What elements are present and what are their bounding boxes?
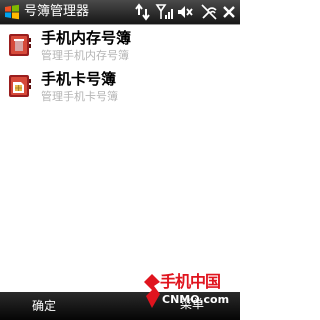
watermark-text-en: CNMO.com [162,293,230,306]
cnmo-logo-mark [144,274,160,308]
item-title: 手机卡号簿 [41,70,117,88]
windows-logo-icon[interactable] [4,4,20,20]
watermark-text-cn: 手机中国 [160,272,221,291]
volume-muted-icon[interactable] [176,3,194,21]
app-title[interactable]: 号簿管理器 [24,4,89,20]
close-icon[interactable] [220,3,238,21]
status-bar: 号簿管理器 [0,0,240,24]
cnmo-watermark: 手机中国 CNMO.com [140,270,238,316]
softkey-ok-button[interactable]: 确定 [32,298,56,314]
list-item-sim-card[interactable]: 手机卡号簿 管理手机卡号簿 [0,66,240,107]
item-title: 手机内存号簿 [41,29,132,47]
sim-card-contacts-icon [9,75,31,97]
signal-strength-icon[interactable] [155,3,173,21]
list-item-phone-memory[interactable]: 手机内存号簿 管理手机内存号簿 [0,25,240,66]
phone-memory-contacts-icon [9,34,31,56]
item-subtitle: 管理手机内存号簿 [41,49,129,62]
sync-arrows-icon[interactable] [134,3,152,21]
item-subtitle: 管理手机卡号簿 [41,90,118,103]
phonebook-list: 手机内存号簿 管理手机内存号簿 手机卡号簿 管理手机卡号簿 [0,25,240,107]
connectivity-off-icon[interactable] [200,3,218,21]
